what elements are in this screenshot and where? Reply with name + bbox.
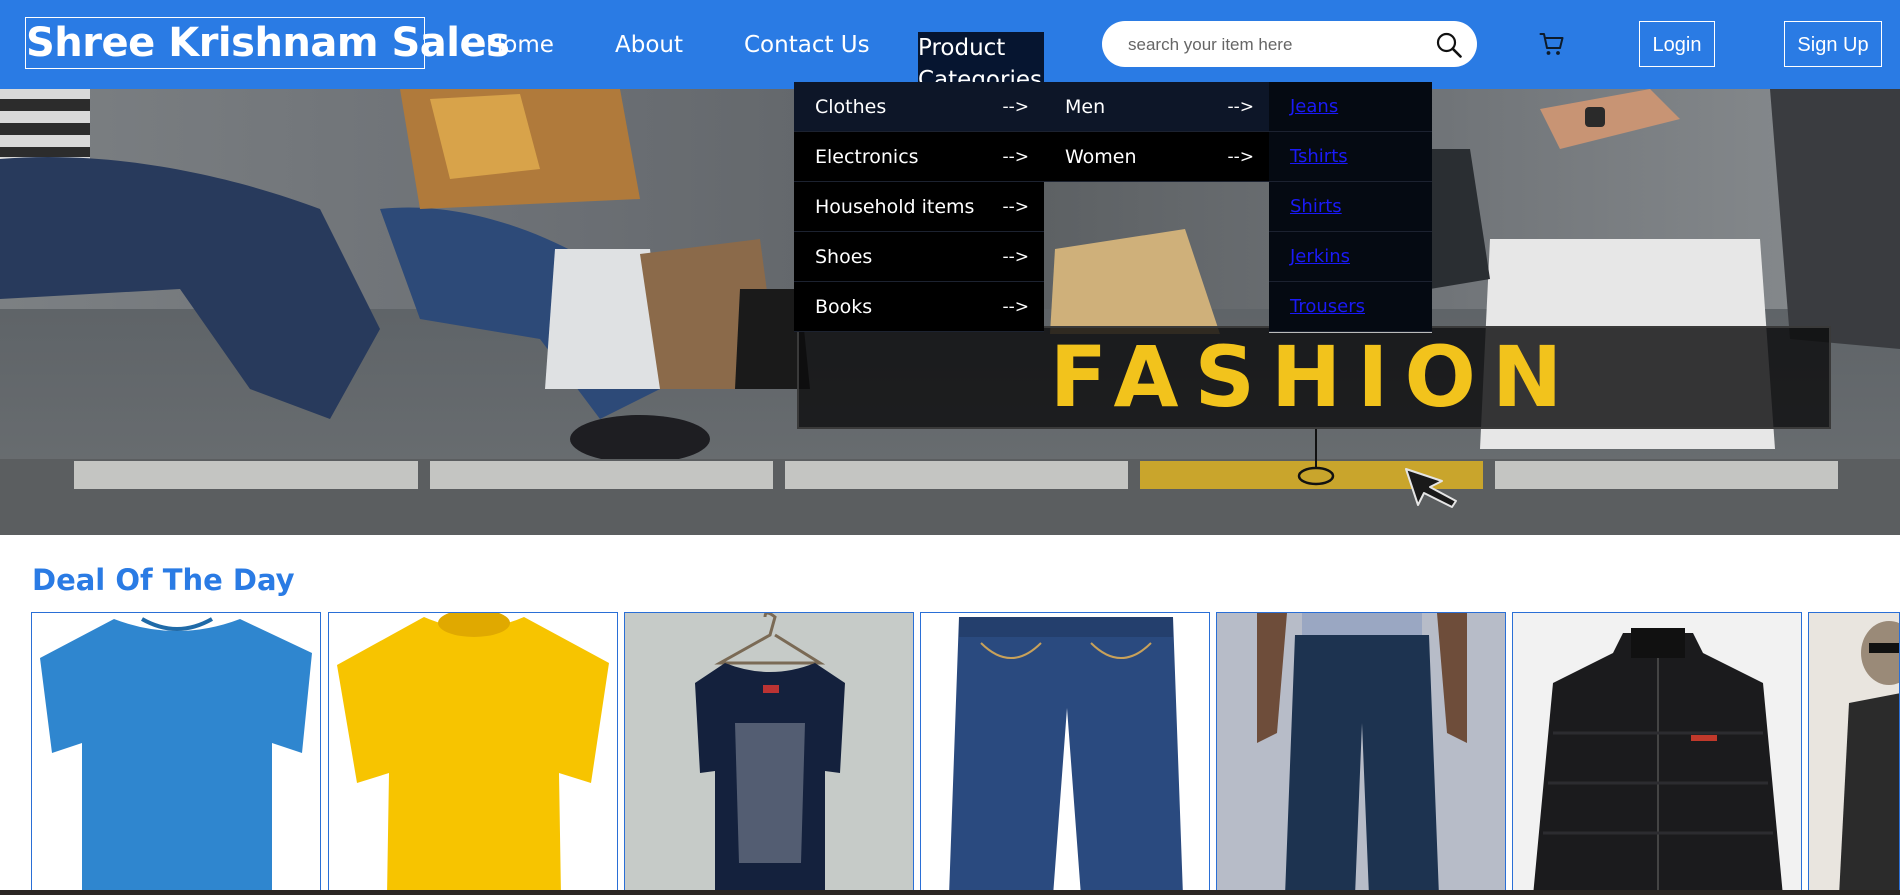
deal-card-yellow-tshirt[interactable] bbox=[328, 612, 618, 895]
progress-segment-1 bbox=[74, 461, 418, 489]
navbar: Shree Krishnam Sales Home About Contact … bbox=[0, 0, 1900, 89]
search-icon[interactable] bbox=[1436, 32, 1462, 58]
login-button[interactable]: Login bbox=[1639, 21, 1715, 67]
dropdown-item-women[interactable]: Women --> bbox=[1044, 132, 1269, 182]
dropdown-link-trousers[interactable]: Trousers bbox=[1269, 282, 1432, 332]
dropdown-link-jeans[interactable]: Jeans bbox=[1269, 82, 1432, 132]
dropdown-item-electronics[interactable]: Electronics --> bbox=[794, 132, 1044, 182]
dropdown-item-label: Clothes bbox=[815, 96, 887, 118]
pointer-icon bbox=[1405, 468, 1457, 508]
dropdown-item-shoes[interactable]: Shoes --> bbox=[794, 232, 1044, 282]
dropdown-clothes-submenu: Men --> Women --> bbox=[1044, 82, 1269, 182]
progress-segment-3 bbox=[785, 461, 1128, 489]
page-bottom-edge bbox=[0, 890, 1900, 895]
deal-card-model-jeans[interactable] bbox=[1216, 612, 1506, 895]
nav-categories-line1: Product bbox=[918, 35, 1006, 61]
dropdown-arrow: --> bbox=[1227, 147, 1254, 167]
fashion-banner-text: FASHION bbox=[1049, 328, 1579, 426]
progress-marker bbox=[1297, 429, 1335, 486]
dropdown-arrow: --> bbox=[1002, 247, 1029, 267]
dropdown-arrow: --> bbox=[1002, 97, 1029, 117]
dropdown-item-label: Household items bbox=[815, 196, 975, 218]
dropdown-item-household-items[interactable]: Household items --> bbox=[794, 182, 1044, 232]
product-image bbox=[40, 617, 312, 894]
cart-icon[interactable] bbox=[1539, 31, 1565, 57]
dropdown-item-books[interactable]: Books --> bbox=[794, 282, 1044, 332]
dropdown-link-tshirts[interactable]: Tshirts bbox=[1269, 132, 1432, 182]
deal-card-blue-tshirt[interactable] bbox=[31, 612, 321, 895]
signup-button[interactable]: Sign Up bbox=[1784, 21, 1882, 67]
dropdown-item-label: Men bbox=[1065, 96, 1106, 118]
dropdown-arrow: --> bbox=[1002, 297, 1029, 317]
deal-card-partial[interactable] bbox=[1808, 612, 1900, 895]
product-image bbox=[949, 617, 1183, 894]
deal-card-black-jacket[interactable] bbox=[1512, 612, 1802, 895]
dropdown-men-submenu: Jeans Tshirts Shirts Jerkins Trousers bbox=[1269, 82, 1432, 333]
search-input[interactable] bbox=[1126, 30, 1430, 60]
dropdown-link-jerkins[interactable]: Jerkins bbox=[1269, 232, 1432, 282]
product-image bbox=[1257, 613, 1467, 894]
dropdown-item-label: Electronics bbox=[815, 146, 919, 168]
nav-about[interactable]: About bbox=[615, 31, 683, 59]
brand-logo[interactable]: Shree Krishnam Sales bbox=[25, 17, 510, 69]
dropdown-arrow: --> bbox=[1002, 147, 1029, 167]
search-box bbox=[1102, 21, 1477, 67]
deal-of-the-day-heading: Deal Of The Day bbox=[32, 563, 295, 597]
progress-segment-5 bbox=[1495, 461, 1838, 489]
product-image bbox=[1533, 628, 1783, 894]
dropdown-link-shirts[interactable]: Shirts bbox=[1269, 182, 1432, 232]
deal-card-blue-jeans[interactable] bbox=[920, 612, 1210, 895]
dropdown-item-label: Women bbox=[1065, 146, 1137, 168]
dropdown-categories: Clothes --> Electronics --> Household it… bbox=[794, 82, 1044, 332]
nav-product-categories[interactable]: Product Categories bbox=[918, 32, 1044, 88]
dropdown-item-men[interactable]: Men --> bbox=[1044, 82, 1269, 132]
progress-segment-2 bbox=[430, 461, 773, 489]
dropdown-item-clothes[interactable]: Clothes --> bbox=[794, 82, 1044, 132]
product-image bbox=[337, 613, 609, 894]
dropdown-item-label: Shoes bbox=[815, 246, 873, 268]
dropdown-arrow: --> bbox=[1002, 197, 1029, 217]
nav-contact-us[interactable]: Contact Us bbox=[744, 31, 870, 59]
product-image bbox=[1839, 621, 1899, 894]
product-image bbox=[695, 613, 845, 894]
dropdown-arrow: --> bbox=[1227, 97, 1254, 117]
dropdown-item-label: Books bbox=[815, 296, 873, 318]
nav-home[interactable]: Home bbox=[486, 31, 554, 59]
deal-card-navy-graphic-tshirt[interactable] bbox=[624, 612, 914, 895]
